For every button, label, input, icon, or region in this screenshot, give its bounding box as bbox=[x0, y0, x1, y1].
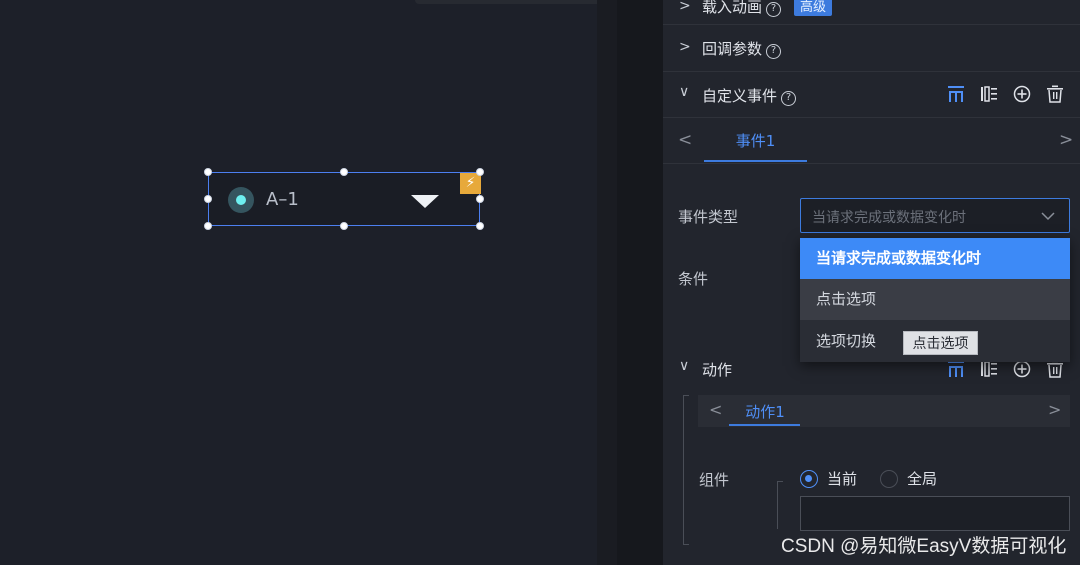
resize-handle-tr[interactable] bbox=[476, 168, 484, 176]
event-type-select[interactable]: 当请求完成或数据变化时 bbox=[800, 198, 1070, 233]
bolt-icon[interactable]: ⚡ bbox=[460, 173, 481, 194]
section-load-animation[interactable]: > 载入动画? 高级 bbox=[663, 0, 1080, 25]
tab-next-icon[interactable]: > bbox=[1048, 400, 1061, 419]
component-label: 组件 bbox=[699, 471, 730, 489]
widget-radio-icon bbox=[228, 187, 254, 213]
list-icon[interactable] bbox=[979, 359, 999, 379]
tab-event-1[interactable]: 事件1 bbox=[705, 130, 806, 151]
trash-icon[interactable] bbox=[1045, 84, 1065, 104]
section-callback-params[interactable]: > 回调参数? bbox=[663, 25, 1080, 72]
condition-label: 条件 bbox=[678, 270, 709, 288]
event-tabs: < 事件1 > bbox=[663, 118, 1080, 164]
section-title-load-animation: 载入动画? bbox=[702, 0, 782, 17]
dropdown-option[interactable]: 当请求完成或数据变化时 bbox=[800, 238, 1070, 279]
radio-global[interactable]: 全局 bbox=[880, 468, 937, 489]
chevron-right-icon: > bbox=[679, 0, 691, 14]
tab-prev-icon[interactable]: < bbox=[678, 130, 692, 150]
resize-handle-t[interactable] bbox=[340, 168, 348, 176]
component-bracket-top bbox=[777, 481, 783, 482]
resize-handle-br[interactable] bbox=[476, 222, 484, 230]
trash-icon[interactable] bbox=[1045, 359, 1065, 379]
resize-handle-r[interactable] bbox=[476, 195, 484, 203]
selected-widget[interactable]: A–1 ⚡ bbox=[208, 172, 481, 226]
radio-current[interactable]: 当前 bbox=[800, 468, 857, 489]
active-tab-indicator bbox=[729, 424, 800, 426]
chevron-down-icon: ∨ bbox=[679, 84, 690, 100]
action-toolbar bbox=[946, 359, 1065, 379]
widget-label: A–1 bbox=[266, 189, 299, 210]
resize-handle-b[interactable] bbox=[340, 222, 348, 230]
radio-selected-icon bbox=[800, 469, 818, 488]
tab-prev-icon[interactable]: < bbox=[709, 400, 722, 419]
radio-unselected-icon bbox=[880, 469, 898, 488]
option-tooltip: 点击选项 bbox=[903, 331, 978, 355]
help-circle-icon[interactable]: ? bbox=[766, 2, 782, 17]
component-input[interactable] bbox=[800, 496, 1070, 531]
chevron-down-icon bbox=[1041, 208, 1055, 227]
bracket-top bbox=[683, 395, 689, 396]
action-tabs: < 动作1 > bbox=[698, 395, 1070, 427]
dropdown-option[interactable]: 点击选项 bbox=[800, 279, 1070, 320]
help-circle-icon[interactable]: ? bbox=[766, 44, 782, 59]
align-top-icon[interactable] bbox=[946, 359, 966, 379]
list-icon[interactable] bbox=[979, 84, 999, 104]
resize-handle-tl[interactable] bbox=[204, 168, 212, 176]
event-type-label: 事件类型 bbox=[678, 208, 739, 226]
chevron-right-icon: > bbox=[679, 39, 691, 55]
design-canvas[interactable]: A–1 ⚡ bbox=[0, 0, 635, 565]
component-bracket bbox=[777, 481, 778, 529]
property-panel: > 载入动画? 高级 > 回调参数? ∨ 自定义事件? < 事件1 > 事件类型… bbox=[663, 0, 1080, 565]
section-title-action: 动作 bbox=[702, 361, 733, 379]
event-toolbar bbox=[946, 84, 1065, 104]
resize-handle-l[interactable] bbox=[204, 195, 212, 203]
section-title-callback-params: 回调参数? bbox=[702, 38, 782, 59]
action-group-bracket bbox=[683, 395, 684, 545]
advanced-badge: 高级 bbox=[794, 0, 833, 16]
plus-circle-icon[interactable] bbox=[1012, 84, 1032, 104]
section-custom-event[interactable]: ∨ 自定义事件? bbox=[663, 72, 1080, 118]
active-tab-indicator bbox=[704, 160, 807, 162]
tab-next-icon[interactable]: > bbox=[1059, 130, 1073, 150]
section-title-custom-event: 自定义事件? bbox=[702, 85, 797, 106]
plus-circle-icon[interactable] bbox=[1012, 359, 1032, 379]
chevron-down-icon: ∨ bbox=[679, 358, 690, 374]
bracket-bottom bbox=[683, 544, 689, 545]
align-top-icon[interactable] bbox=[946, 84, 966, 104]
resize-handle-bl[interactable] bbox=[204, 222, 212, 230]
widget-dropdown-arrow-icon[interactable] bbox=[411, 195, 439, 208]
help-circle-icon[interactable]: ? bbox=[781, 91, 797, 106]
tab-action-1[interactable]: 动作1 bbox=[730, 401, 800, 422]
event-type-placeholder: 当请求完成或数据变化时 bbox=[812, 210, 966, 226]
radio-global-label: 全局 bbox=[907, 470, 938, 488]
watermark: CSDN @易知微EasyV数据可视化 bbox=[781, 536, 1067, 557]
canvas-scroll-strip bbox=[597, 0, 617, 565]
radio-current-label: 当前 bbox=[827, 470, 858, 488]
